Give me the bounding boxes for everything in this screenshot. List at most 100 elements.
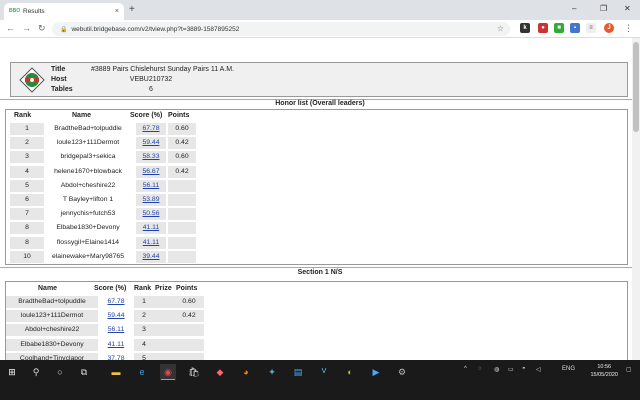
scrollbar-thumb[interactable] — [633, 42, 639, 132]
edge-icon[interactable]: e — [134, 364, 150, 380]
divider — [0, 267, 640, 268]
bookmark-star-icon[interactable]: ☆ — [497, 24, 504, 33]
table-row: Abdol+cheshire2256.113 — [6, 324, 216, 336]
volume-icon[interactable]: ◁ — [536, 366, 541, 373]
chrome-icon[interactable]: ◉ — [160, 364, 176, 380]
name-cell: Coolhand+Tinyclapor — [6, 353, 98, 360]
extension-blue-icon[interactable]: ▪ — [570, 23, 580, 33]
task-view-icon[interactable]: ⧉ — [76, 364, 92, 380]
score-link[interactable]: 58.33 — [136, 151, 166, 163]
rank-cell: 10 — [10, 251, 44, 263]
table-row: 4helene1670+blowback56.670.42 — [6, 166, 206, 178]
vs-code-icon[interactable]: V — [316, 364, 332, 380]
score-link[interactable]: 37.78 — [98, 353, 134, 360]
page-content: Title #3889 Pairs Chislehurst Sunday Pai… — [0, 38, 640, 360]
file-explorer-icon[interactable]: ▬ — [108, 364, 124, 380]
minimize-button[interactable]: – — [572, 4, 576, 13]
rank-cell: 5 — [10, 180, 44, 192]
zoom-icon[interactable]: ▶ — [368, 364, 384, 380]
tray-app-icon[interactable]: ◍ — [494, 366, 499, 373]
tables-value: 6 — [91, 86, 211, 93]
table-row: 10elainewake+Mary9876539.44 — [6, 251, 206, 263]
cortana-icon[interactable]: ○ — [52, 364, 68, 380]
system-clock[interactable]: 10:56 15/05/2020 — [590, 363, 618, 379]
prize-cell — [154, 324, 174, 336]
points-cell — [168, 237, 196, 249]
name-cell: BradtheBad+tolpuddle — [6, 296, 98, 308]
score-link[interactable]: 59.44 — [98, 310, 134, 322]
points-cell: 0.60 — [174, 296, 204, 308]
language-indicator[interactable]: ENG — [562, 366, 575, 372]
score-link[interactable]: 56.11 — [98, 324, 134, 336]
rank-cell: 4 — [10, 166, 44, 178]
close-window-button[interactable]: ✕ — [624, 4, 631, 13]
name-cell: T Bayley+lifton 1 — [40, 194, 136, 206]
points-cell — [174, 324, 204, 336]
table-row: Elbabe1830+Devony41.114 — [6, 339, 216, 351]
name-cell: Elbabe1830+Devony — [40, 222, 136, 234]
prize-cell — [154, 339, 174, 351]
url-text: webutil.bridgebase.com/v2/tview.php?t=38… — [71, 26, 239, 33]
menu-icon[interactable]: ⋮ — [624, 23, 633, 34]
battery-icon[interactable]: ▭ — [508, 366, 514, 373]
points-cell: 0.42 — [168, 137, 196, 149]
name-cell: Abdol+cheshire22 — [6, 324, 98, 336]
settings-icon[interactable]: ⚙ — [394, 364, 410, 380]
back-icon[interactable]: ← — [6, 23, 15, 33]
score-link[interactable]: 41.11 — [136, 222, 166, 234]
forward-icon[interactable]: → — [22, 23, 31, 33]
app-blue-icon[interactable]: ✦ — [264, 364, 280, 380]
extension-ext-icon[interactable]: ≡ — [586, 23, 596, 33]
reload-icon[interactable]: ↻ — [38, 23, 46, 34]
score-link[interactable]: 53.89 — [136, 194, 166, 206]
score-link[interactable]: 41.11 — [98, 339, 134, 351]
score-link[interactable]: 39.44 — [136, 251, 166, 263]
points-cell — [174, 339, 204, 351]
rank-cell: 6 — [10, 194, 44, 206]
tab-title: Results — [23, 8, 115, 15]
rank-cell: 2 — [10, 137, 44, 149]
score-link[interactable]: 56.67 — [136, 166, 166, 178]
firefox-icon[interactable]: ◕ — [238, 364, 254, 380]
score-link[interactable]: 41.11 — [136, 237, 166, 249]
prize-cell — [154, 296, 174, 308]
store-icon[interactable]: 🛍 — [186, 364, 202, 380]
score-link[interactable]: 56.11 — [136, 180, 166, 192]
prize-cell — [154, 353, 174, 360]
extension-green-icon[interactable]: ■ — [554, 23, 564, 33]
rank-cell: 2 — [134, 310, 154, 322]
search-icon[interactable]: ⚲ — [28, 364, 44, 380]
network-icon[interactable]: ◓ — [522, 366, 526, 372]
name-cell: loule123+111Dermot — [40, 137, 136, 149]
score-link[interactable]: 67.78 — [98, 296, 134, 308]
clock-time: 10:56 — [590, 363, 618, 371]
app-icon[interactable]: ◆ — [212, 364, 228, 380]
points-cell — [168, 251, 196, 263]
app-blue2-icon[interactable]: ▤ — [290, 364, 306, 380]
rank-header: Rank — [134, 285, 151, 292]
name-header: Name — [38, 285, 57, 292]
points-cell — [168, 194, 196, 206]
restore-button[interactable]: ❐ — [600, 4, 607, 13]
points-cell — [168, 208, 196, 220]
extension-k-icon[interactable]: k — [520, 23, 530, 33]
windows-start-icon[interactable]: ⊞ — [4, 364, 20, 380]
show-hidden-icons-icon[interactable]: ^ — [464, 366, 467, 372]
tab-close-icon[interactable]: × — [115, 8, 119, 15]
score-link[interactable]: 59.44 — [136, 137, 166, 149]
notifications-icon[interactable]: ▢ — [626, 366, 632, 373]
browser-toolbar: ← → ↻ 🔒 webutil.bridgebase.com/v2/tview.… — [0, 20, 640, 38]
table-row: loule123+111Dermot59.4420.42 — [6, 310, 216, 322]
browser-tab[interactable]: BBO Results × — [4, 3, 124, 20]
score-link[interactable]: 67.78 — [136, 123, 166, 135]
extension-red-icon[interactable]: ● — [538, 23, 548, 33]
points-cell: 0.42 — [174, 310, 204, 322]
app-green-icon[interactable]: ◐ — [342, 364, 358, 380]
profile-avatar[interactable]: J — [604, 23, 614, 33]
new-tab-button[interactable]: + — [129, 4, 135, 15]
page-scrollbar[interactable] — [632, 38, 640, 360]
score-link[interactable]: 50.56 — [136, 208, 166, 220]
lock-icon: 🔒 — [60, 26, 67, 33]
address-bar[interactable]: 🔒 webutil.bridgebase.com/v2/tview.php?t=… — [52, 22, 510, 36]
tray-app-icon[interactable]: ◌ — [478, 366, 482, 372]
